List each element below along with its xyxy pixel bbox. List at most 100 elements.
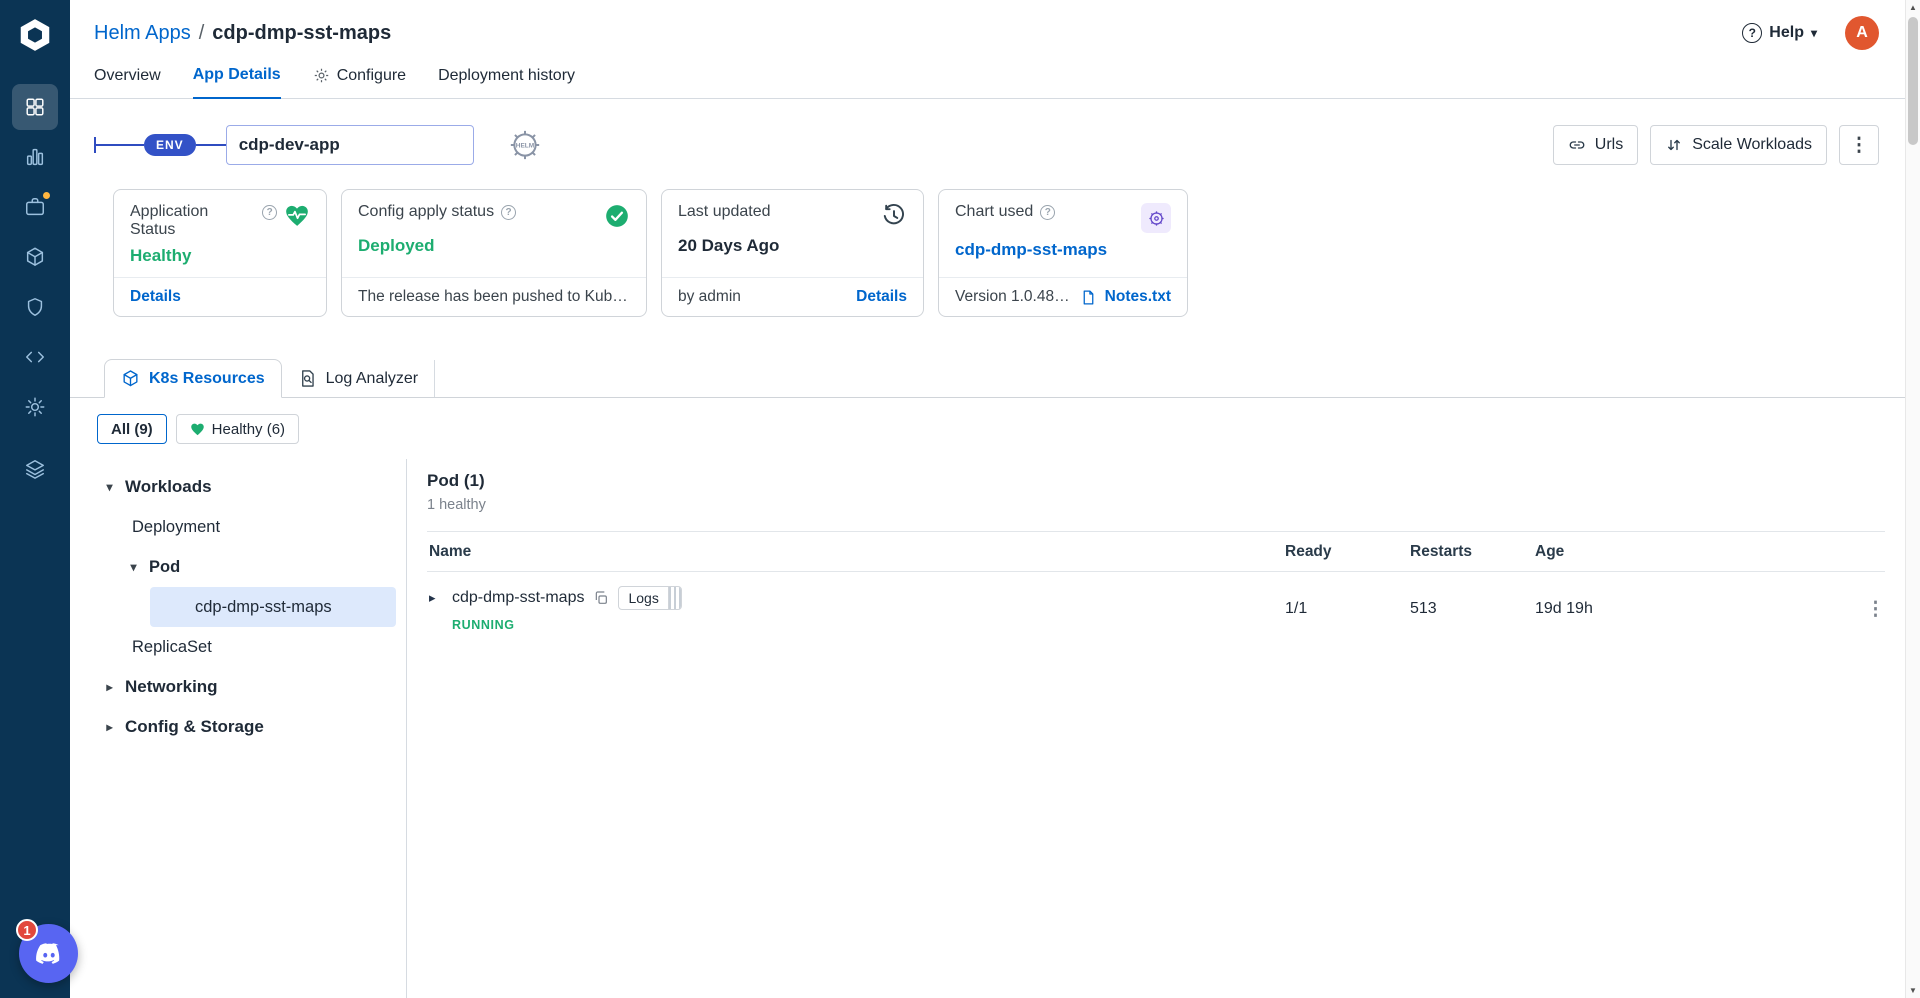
- tree-config-storage-label: Config & Storage: [125, 717, 264, 736]
- urls-label: Urls: [1594, 136, 1624, 153]
- tree-networking-label: Networking: [125, 677, 218, 696]
- chart-store-cube-icon: [26, 247, 44, 266]
- devtron-logo-icon: [20, 19, 50, 51]
- last-updated-by: by admin: [678, 288, 741, 305]
- caret-right-icon: ▸: [106, 680, 113, 694]
- kebab-icon: ⋮: [1849, 134, 1869, 156]
- resources-split: ▾ Workloads Deployment ▾ Pod cdp-dmp-sst…: [70, 459, 1905, 998]
- card-title: Last updated: [678, 203, 771, 220]
- env-connector-line2: [195, 144, 226, 146]
- filter-healthy[interactable]: Healthy (6): [175, 414, 300, 444]
- tree-item-replicaset[interactable]: ReplicaSet: [70, 627, 406, 667]
- scroll-thumb[interactable]: [1908, 17, 1918, 145]
- helm-chart-icon[interactable]: [1141, 203, 1171, 233]
- app-actions: Urls Scale Workloads ⋮: [1552, 125, 1879, 165]
- card-title: Chart used: [955, 203, 1034, 220]
- logs-label: Logs: [628, 590, 659, 606]
- row-kebab-icon[interactable]: ⋮: [1866, 599, 1885, 620]
- tab-app-details[interactable]: App Details: [192, 66, 281, 99]
- info-question-icon[interactable]: ?: [1040, 205, 1056, 220]
- sidebar-item-application-groups[interactable]: [12, 134, 58, 180]
- tree-item-deployment[interactable]: Deployment: [70, 507, 406, 547]
- avatar[interactable]: A: [1845, 16, 1879, 50]
- application-status-details-link[interactable]: Details: [130, 288, 181, 306]
- scroll-down-arrow[interactable]: ▼: [1906, 983, 1920, 998]
- file-icon: [1080, 289, 1097, 306]
- chat-support-button[interactable]: 1: [16, 919, 78, 983]
- logs-button[interactable]: Logs: [618, 586, 682, 610]
- caret-down-icon: ▾: [106, 480, 113, 494]
- card-config-apply-top: Config apply status ? Deployed: [342, 190, 646, 277]
- page-title: cdp-dmp-sst-maps: [212, 21, 392, 44]
- config-apply-message: The release has been pushed to Kuber...: [358, 288, 630, 305]
- devtron-logo[interactable]: [16, 16, 54, 54]
- filter-all[interactable]: All (9): [97, 414, 167, 444]
- pod-age-value: 19d 19h: [1535, 600, 1593, 617]
- sidebar-item-security[interactable]: [12, 284, 58, 330]
- tab-log-analyzer-label: Log Analyzer: [325, 369, 419, 387]
- tab-log-analyzer[interactable]: Log Analyzer: [282, 360, 436, 397]
- app-name-input[interactable]: [225, 125, 474, 165]
- info-question-icon[interactable]: ?: [501, 205, 517, 220]
- help-button[interactable]: ? Help ▾: [1742, 23, 1817, 43]
- helm-icon: HELM: [508, 128, 542, 162]
- history-icon[interactable]: [881, 203, 907, 229]
- sidebar-item-global-config[interactable]: [12, 384, 58, 430]
- status-filters: All (9) Healthy (6): [97, 414, 1905, 444]
- pod-table: Name Ready Restarts Age ▸ cdp-dmp-sst-ma…: [427, 531, 1885, 648]
- urls-button[interactable]: Urls: [1552, 125, 1639, 165]
- sidebar-item-applications[interactable]: [12, 84, 58, 130]
- last-updated-details-link[interactable]: Details: [856, 288, 907, 306]
- tab-overview[interactable]: Overview: [94, 66, 161, 98]
- link-icon: [1569, 141, 1585, 149]
- copy-icon[interactable]: [593, 590, 609, 606]
- tab-deployment-history[interactable]: Deployment history: [438, 66, 575, 98]
- table-row: ▸ cdp-dmp-sst-maps Logs RUNNING 1/1 513 …: [427, 572, 1885, 648]
- column-name: Name: [429, 542, 472, 560]
- card-application-status-top: Application Status ? Healthy: [114, 190, 326, 277]
- tab-k8s-resources[interactable]: K8s Resources: [104, 359, 282, 398]
- sidebar-item-chart-store[interactable]: [12, 234, 58, 280]
- header-right: ? Help ▾ A: [1742, 16, 1879, 50]
- more-options-button[interactable]: ⋮: [1839, 125, 1879, 165]
- settings-gear-icon: [25, 397, 45, 417]
- card-application-status: Application Status ? Healthy Details: [113, 189, 327, 317]
- tab-configure[interactable]: Configure: [313, 66, 406, 98]
- expand-caret-icon[interactable]: ▸: [429, 590, 443, 606]
- scroll-up-arrow[interactable]: ▲: [1906, 0, 1920, 15]
- card-chart-used-top: Chart used ? cdp-dmp-sst-maps: [939, 190, 1187, 277]
- sidebar-item-resource-browser[interactable]: [12, 446, 58, 492]
- chart-used-link[interactable]: cdp-dmp-sst-maps: [955, 240, 1171, 260]
- tree-pod-label: Pod: [149, 557, 181, 576]
- breadcrumb-helm-apps-link[interactable]: Helm Apps: [94, 22, 191, 45]
- svg-text:HELM: HELM: [515, 142, 533, 149]
- filter-healthy-label: Healthy (6): [211, 420, 286, 438]
- card-title: Config apply status: [358, 203, 495, 220]
- scrollbar[interactable]: ▲ ▼: [1905, 0, 1920, 998]
- card-config-apply-status: Config apply status ? Deployed The relea…: [341, 189, 647, 317]
- jobs-icon: [26, 198, 44, 216]
- sidebar-item-bulk-edit[interactable]: [12, 334, 58, 380]
- pod-ready-value: 1/1: [1285, 600, 1308, 617]
- pod-name-link[interactable]: cdp-dmp-sst-maps: [452, 589, 584, 607]
- notes-link[interactable]: Notes.txt: [1105, 288, 1171, 306]
- scale-workloads-button[interactable]: Scale Workloads: [1650, 125, 1827, 165]
- info-question-icon[interactable]: ?: [262, 205, 277, 220]
- tree-item-pod[interactable]: ▾ Pod: [70, 547, 406, 587]
- column-restarts: Restarts: [1410, 542, 1473, 560]
- configure-gear-icon: [314, 68, 328, 83]
- notification-dot: [42, 191, 51, 200]
- help-question-icon: ?: [1742, 23, 1763, 43]
- health-heart-icon: [284, 203, 310, 229]
- sidebar-item-jobs[interactable]: [12, 184, 58, 230]
- caret-down-icon: ▾: [130, 560, 137, 574]
- app-tabs: Overview App Details Configure Deploymen…: [70, 50, 1905, 99]
- applications-grid-icon: [26, 98, 44, 116]
- pod-panel-title: Pod (1): [427, 471, 485, 490]
- tree-item-config-storage[interactable]: ▸ Config & Storage: [70, 707, 406, 747]
- tree-item-networking[interactable]: ▸ Networking: [70, 667, 406, 707]
- tree-item-cdp-dmp-sst-maps[interactable]: cdp-dmp-sst-maps: [150, 587, 396, 627]
- help-label: Help: [1769, 24, 1804, 41]
- pod-panel-subtitle: 1 healthy: [427, 497, 486, 513]
- tree-item-workloads[interactable]: ▾ Workloads: [70, 467, 406, 507]
